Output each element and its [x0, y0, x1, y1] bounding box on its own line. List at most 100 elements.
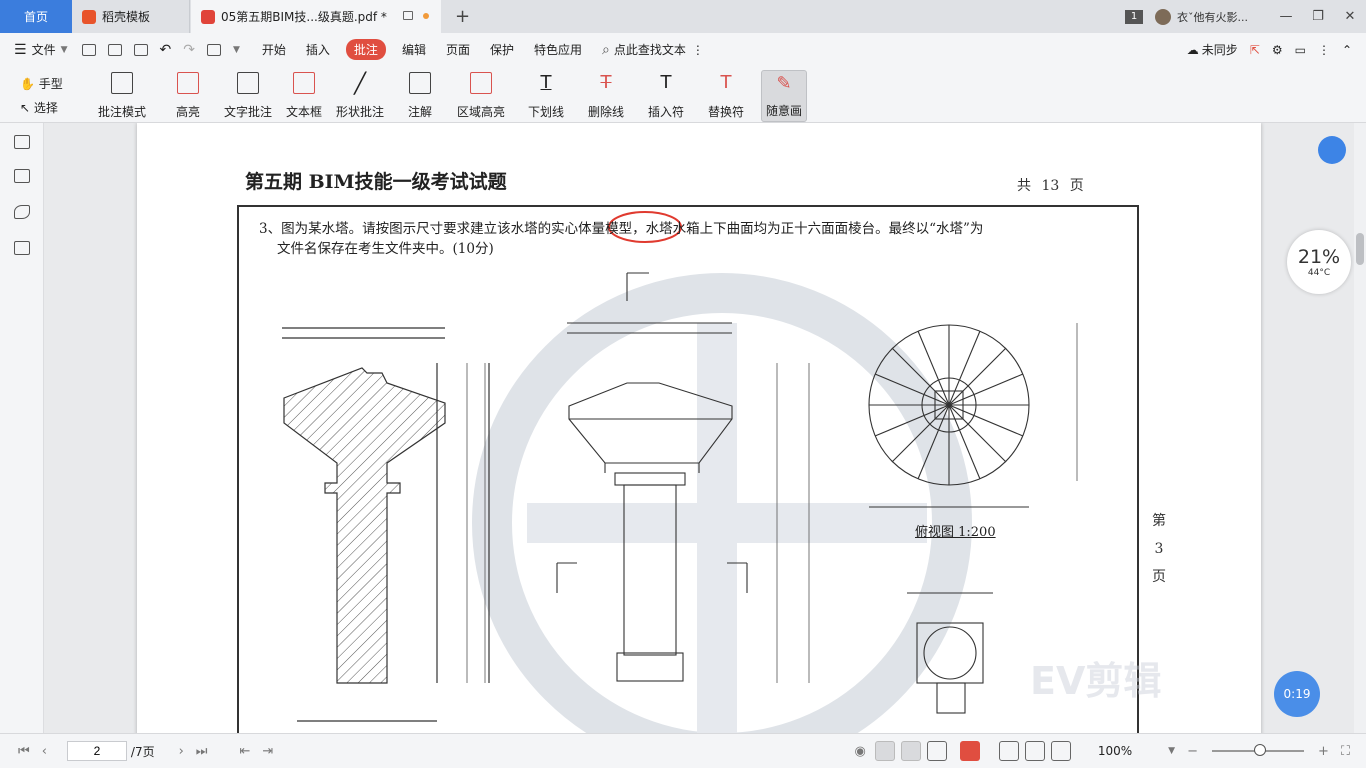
vertical-scrollbar[interactable] [1354, 123, 1366, 733]
more-icon[interactable]: ⋮ [692, 43, 704, 57]
tab-document-label: 05第五期BIM技...级真题.pdf * [221, 10, 387, 24]
ribbon: ✋ 手型 ↖ 选择 批注模式 高亮 文字批注 文本框 ╱ 形状批注 注解 区域高… [0, 66, 1366, 123]
annotation-mode-button[interactable]: 批注模式 [98, 72, 146, 120]
hand-tool-label: 手型 [38, 77, 63, 91]
zoom-slider-knob[interactable] [1253, 744, 1266, 756]
two-page-mode-icon[interactable] [926, 741, 947, 761]
settings-icon[interactable]: ⚙ [1272, 43, 1283, 57]
zoom-dropdown-icon[interactable]: ▼ [1168, 746, 1175, 756]
window-count-badge[interactable]: 1 [1125, 9, 1143, 24]
menu-page[interactable]: 页面 [436, 41, 480, 58]
unsaved-dot-icon[interactable] [423, 13, 429, 19]
total-pages-label: /7页 [130, 744, 155, 759]
save-icon[interactable] [107, 43, 122, 56]
avatar[interactable] [1155, 8, 1171, 25]
zoom-slider[interactable] [1211, 744, 1304, 756]
page-number-input[interactable] [66, 741, 127, 761]
tab-document[interactable]: 05第五期BIM技...级真题.pdf * [191, 0, 441, 33]
forward-icon[interactable]: ⇥ [256, 744, 279, 759]
textbox-button[interactable]: 文本框 [286, 72, 322, 120]
select-tool[interactable]: ↖ 选择 [20, 96, 63, 120]
actual-size-icon[interactable] [998, 741, 1019, 761]
sync-button[interactable]: ☁ 未同步 [1187, 41, 1238, 58]
search-label: 点此查找文本 [613, 43, 686, 57]
single-page-mode-icon[interactable] [874, 741, 895, 761]
strikethrough-button[interactable]: T 删除线 [588, 72, 624, 120]
tab-template[interactable]: 稻壳模板 [72, 0, 190, 33]
file-menu[interactable]: ☰ 文件 ▼ [14, 41, 68, 58]
menu-protect[interactable]: 保护 [480, 41, 524, 58]
print-icon[interactable] [133, 43, 148, 56]
prev-page-icon[interactable]: ‹ [36, 744, 53, 759]
search-icon: ⌕ [602, 41, 610, 58]
tab-home[interactable]: 首页 [0, 0, 72, 33]
select-tool-label: 选择 [33, 101, 58, 115]
shape-annotation-button[interactable]: ╱ 形状批注 [336, 72, 384, 120]
eye-protection-icon[interactable]: ◉ [849, 744, 872, 759]
share-icon[interactable]: ⇱ [1250, 43, 1260, 57]
underline-button[interactable]: T 下划线 [528, 72, 564, 120]
menu-start[interactable]: 开始 [252, 41, 296, 58]
fit-page-icon[interactable] [1024, 741, 1045, 761]
open-folder-icon[interactable] [81, 43, 96, 56]
more-down-icon[interactable]: ▼ [233, 45, 240, 55]
continuous-mode-icon[interactable] [900, 741, 921, 761]
export-panel-icon[interactable] [14, 241, 30, 255]
recorder-watermark: EV剪辑 [1030, 659, 1162, 703]
restore-icon[interactable]: ❐ [1302, 9, 1334, 24]
shape-annotation-label: 形状批注 [336, 105, 385, 119]
insert-mark-button[interactable]: T 插入符 [648, 72, 684, 120]
thumbnail-icon[interactable] [14, 169, 30, 183]
export-icon[interactable] [206, 43, 221, 56]
highlight-button[interactable]: 高亮 [176, 72, 200, 120]
first-page-icon[interactable]: ⏮ [12, 744, 36, 759]
next-page-icon[interactable]: › [173, 744, 190, 759]
hand-tool[interactable]: ✋ 手型 [20, 72, 63, 96]
menu-bar: ☰ 文件 ▼ ↶ ↷ ▼ 开始 插入 批注 编辑 页面 保护 特色应用 ⌕ 点此… [0, 33, 1366, 66]
menu-features[interactable]: 特色应用 [524, 41, 592, 58]
fit-width-icon[interactable] [1050, 741, 1071, 761]
minimize-icon[interactable]: — [1270, 9, 1302, 24]
scroll-thumb[interactable] [1356, 233, 1364, 265]
more-icon[interactable]: ⋮ [1318, 43, 1330, 57]
last-page-icon[interactable]: ⏭ [190, 744, 214, 759]
annotation-mode-icon [111, 72, 133, 94]
user-name[interactable]: 衣ˇ他有火影... [1177, 9, 1248, 25]
replace-mark-label: 替换符 [708, 105, 745, 119]
zoom-in-icon[interactable]: + [1312, 744, 1335, 759]
menu-edit[interactable]: 编辑 [392, 41, 436, 58]
undo-icon[interactable]: ↶ [160, 42, 172, 58]
question-line-1: 3、图为某水塔。请按图示尺寸要求建立该水塔的实心体量模型，水塔水箱上下曲面均为正… [259, 221, 984, 237]
comment-icon[interactable]: ▭ [1295, 43, 1306, 57]
outline-icon[interactable] [14, 135, 30, 149]
redo-icon[interactable]: ↷ [183, 42, 195, 58]
close-icon[interactable]: ✕ [1334, 9, 1366, 24]
zoom-level[interactable]: 100% [1098, 744, 1132, 758]
fullscreen-icon[interactable]: ⛶ [1335, 744, 1356, 759]
document-area[interactable]: 第五期 BIM技能一级考试试题 共 13 页 3、图为某水塔。请按图示尺寸要求建… [45, 123, 1354, 733]
search-box[interactable]: ⌕ 点此查找文本 ⋮ [602, 41, 704, 58]
gauge-value: 21% [1297, 246, 1341, 268]
new-tab-button[interactable]: + [455, 6, 470, 27]
highlight-icon [177, 72, 199, 94]
cpu-gauge[interactable]: 21% 44°C [1287, 230, 1351, 294]
area-highlight-button[interactable]: 区域高亮 [457, 72, 505, 120]
play-icon[interactable] [959, 741, 980, 761]
menu-annotate[interactable]: 批注 [345, 39, 386, 60]
freehand-button[interactable]: ✎ 随意画 [761, 70, 808, 122]
menu-insert[interactable]: 插入 [296, 41, 340, 58]
side-page-prefix: 第 [1152, 513, 1166, 529]
recording-timer[interactable]: 0:19 [1274, 671, 1320, 717]
collapse-icon[interactable]: ⌃ [1342, 43, 1352, 57]
annotation-panel-icon[interactable] [14, 205, 30, 219]
floating-tool-button[interactable] [1318, 136, 1346, 164]
status-bar: ⏮ ‹ /7页 › ⏭ ⇤ ⇥ ◉ 100% ▼ − + ⛶ [0, 733, 1366, 768]
note-button[interactable]: 注解 [408, 72, 432, 120]
text-annotation-button[interactable]: 文字批注 [224, 72, 272, 120]
area-highlight-label: 区域高亮 [457, 105, 506, 119]
zoom-out-icon[interactable]: − [1181, 744, 1204, 759]
replace-mark-button[interactable]: T 替换符 [708, 72, 744, 120]
back-icon[interactable]: ⇤ [234, 744, 257, 759]
monitor-icon[interactable] [403, 11, 413, 20]
file-menu-label: 文件 [31, 43, 56, 57]
